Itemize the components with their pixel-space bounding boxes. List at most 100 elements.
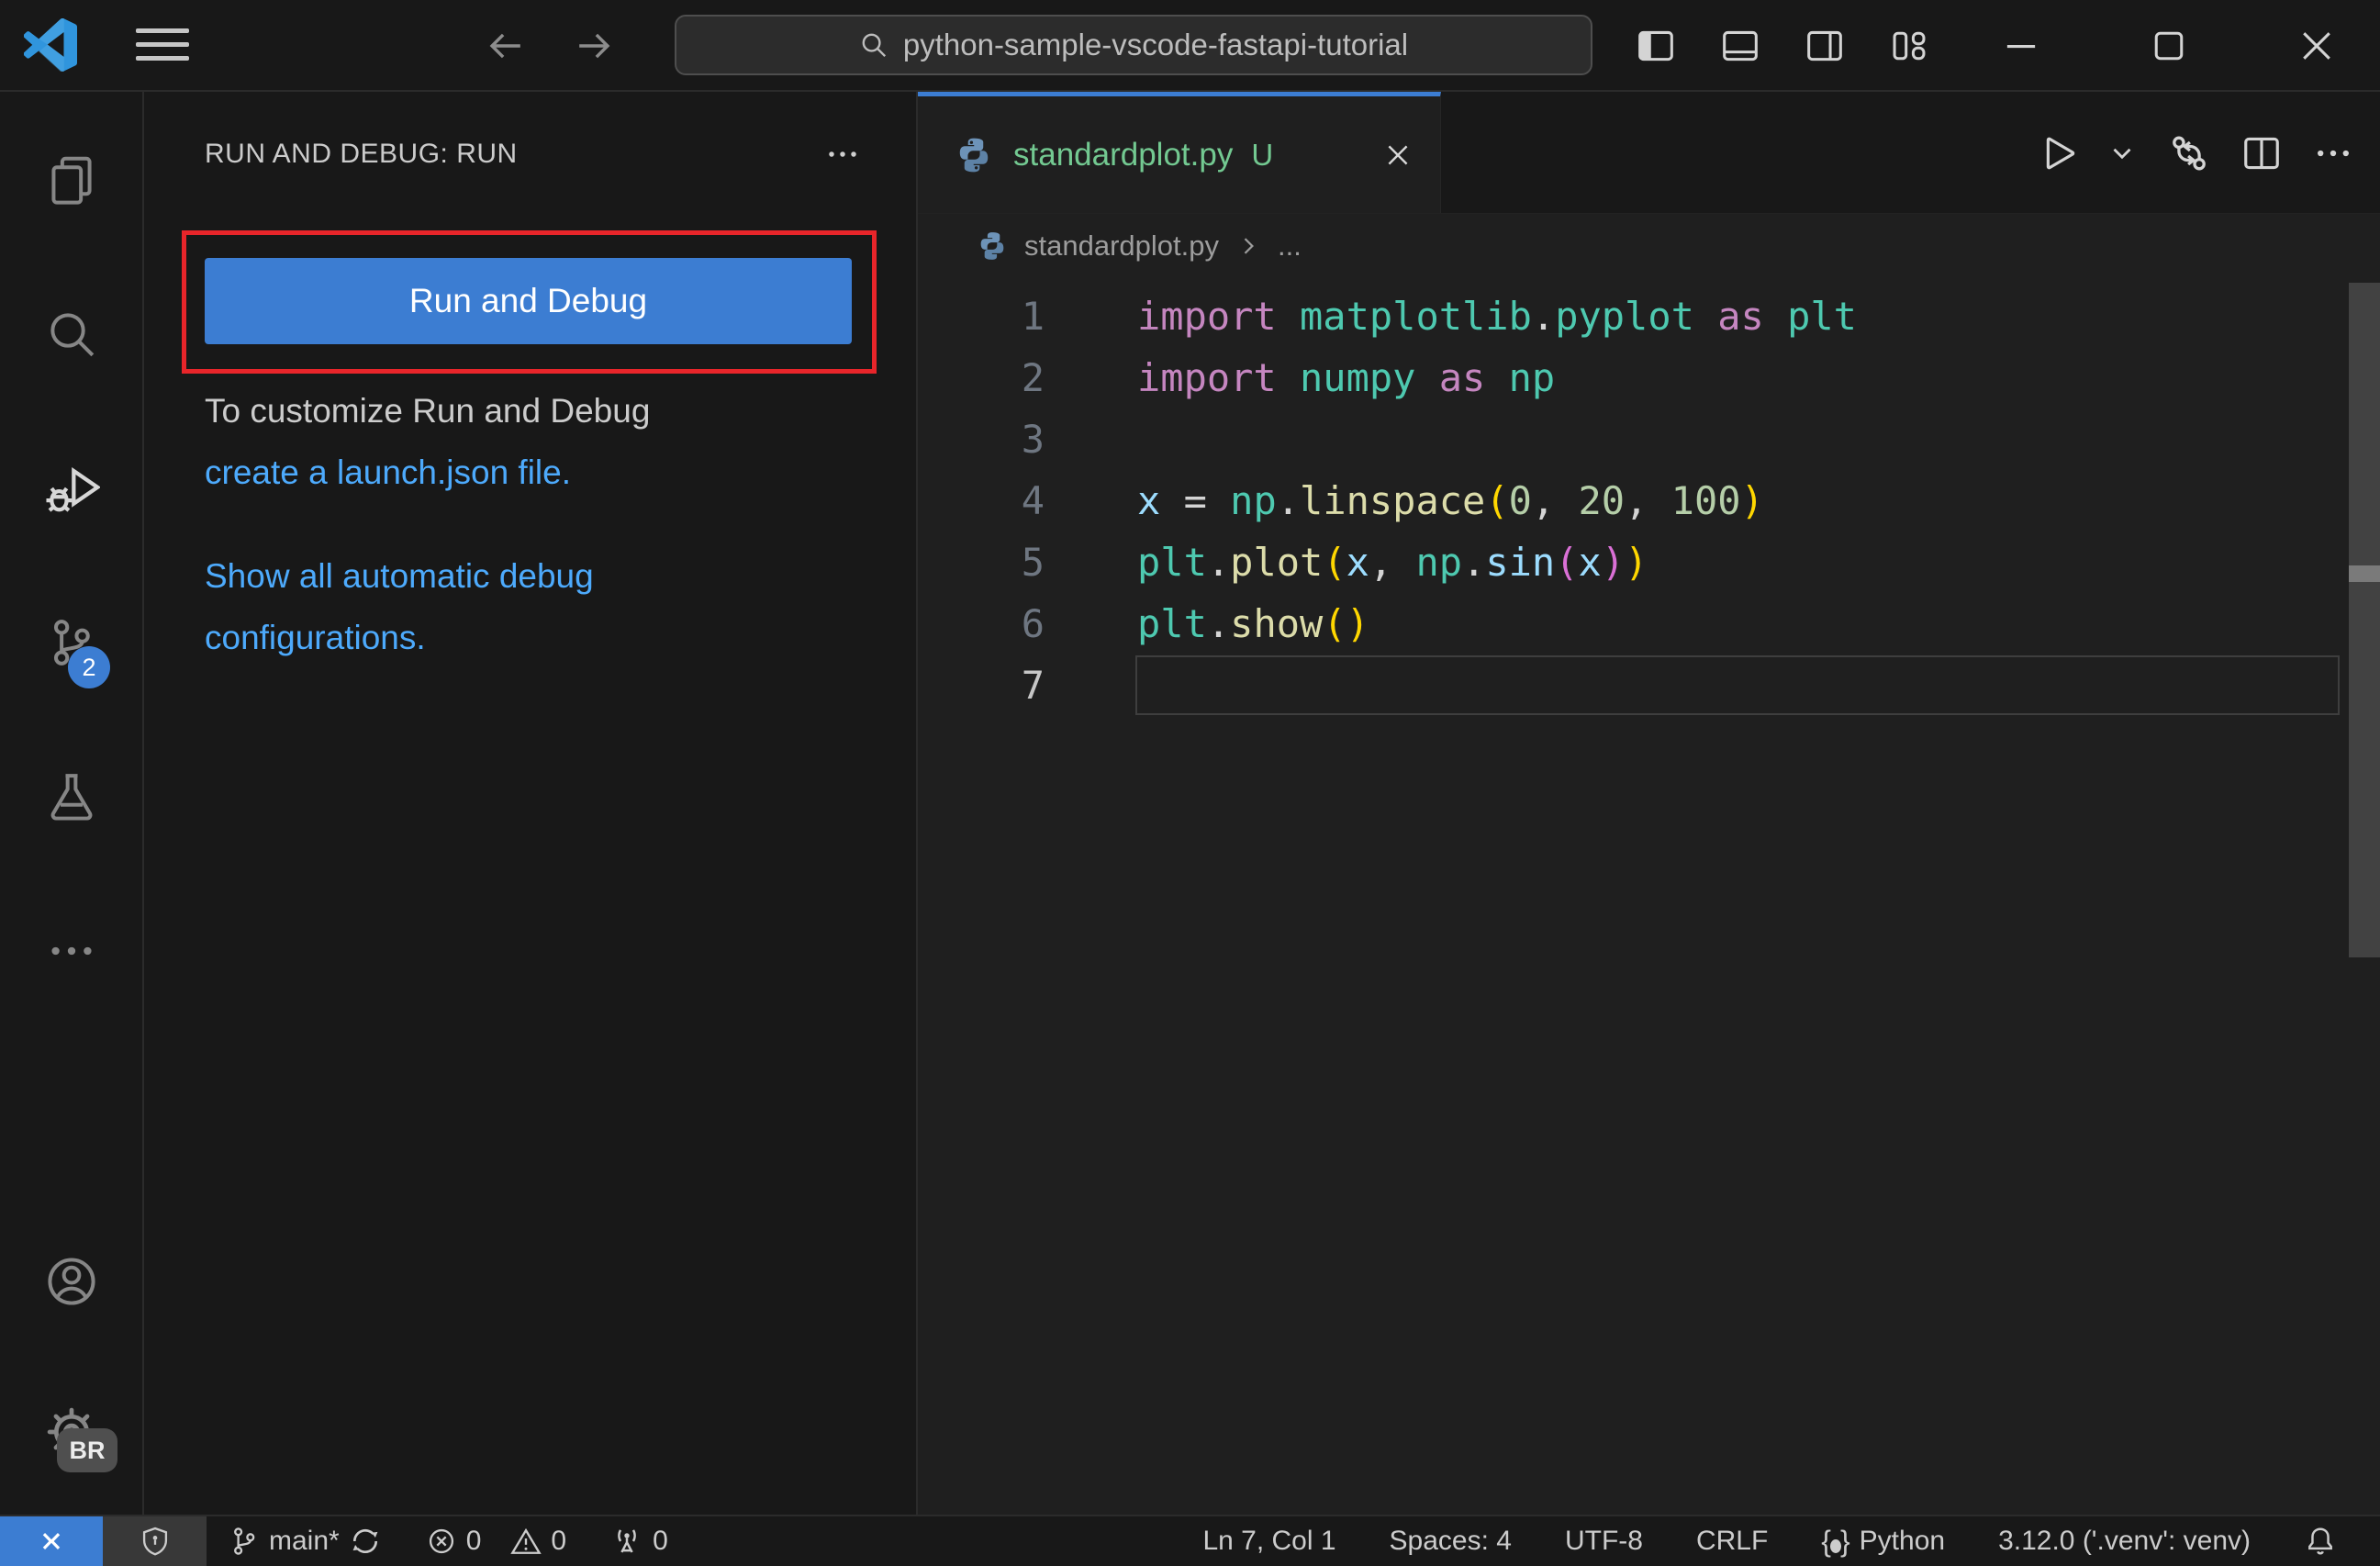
language-item[interactable]: {} Python <box>1794 1516 1972 1566</box>
braces-icon: {} <box>1821 1525 1850 1558</box>
line-content: plt.show() <box>1137 601 1369 646</box>
tab-bar: standardplot.py U <box>918 92 2380 214</box>
line-number: 4 <box>1021 478 1045 523</box>
ports-count: 0 <box>653 1526 668 1556</box>
customize-layout-icon[interactable] <box>1889 26 1929 66</box>
sidebar-item-run-and-debug[interactable] <box>0 411 142 565</box>
hint-text: To customize Run and Debug <box>205 392 651 430</box>
broadcast-icon <box>610 1525 643 1558</box>
language-name: Python <box>1859 1526 1946 1556</box>
sidebar-item-source-control[interactable]: 2 <box>0 565 142 720</box>
more-actions-icon[interactable] <box>2312 132 2354 174</box>
branch-name: main* <box>269 1526 340 1556</box>
run-and-debug-button[interactable]: Run and Debug <box>205 258 852 344</box>
editor-scrollbar[interactable] <box>2349 283 2380 957</box>
line-number: 6 <box>1021 601 1045 646</box>
shield-icon <box>140 1526 171 1557</box>
maximize-icon[interactable] <box>2149 26 2189 66</box>
panel-title: RUN AND DEBUG: RUN <box>205 139 518 169</box>
code-line[interactable]: 4 x = np.linspace(0, 20, 100) <box>918 470 2380 531</box>
notifications-item[interactable] <box>2277 1516 2363 1566</box>
remote-indicator[interactable] <box>0 1516 103 1566</box>
arrow-left-icon[interactable] <box>485 25 527 67</box>
python-interpreter-item[interactable]: 3.12.0 ('.venv': venv) <box>1972 1516 2277 1566</box>
breadcrumb-symbol[interactable]: ... <box>1278 229 1302 263</box>
code-line[interactable]: 1 import matplotlib.pyplot as plt <box>918 285 2380 347</box>
sidebar-item-testing[interactable] <box>0 720 142 874</box>
editor-group: standardplot.py U standardplot.py ... 1 … <box>918 92 2380 1515</box>
chevron-right-icon <box>1235 233 1261 259</box>
code-line[interactable]: 7 <box>918 654 2380 716</box>
files-icon <box>45 153 98 207</box>
code-line[interactable]: 5 plt.plot(x, np.sin(x)) <box>918 531 2380 593</box>
line-content: import numpy as np <box>1137 355 1556 400</box>
ellipsis-icon <box>45 924 98 978</box>
indentation-item[interactable]: Spaces: 4 <box>1363 1516 1538 1566</box>
python-icon <box>955 136 993 174</box>
close-icon[interactable] <box>2296 26 2337 66</box>
breadcrumb: standardplot.py ... <box>918 214 2380 278</box>
tab-close-icon[interactable] <box>1383 140 1413 170</box>
beaker-icon <box>45 770 98 823</box>
sidebar-item-explorer[interactable] <box>0 103 142 257</box>
minimize-icon[interactable] <box>2001 26 2041 66</box>
split-editor-icon[interactable] <box>2240 132 2283 174</box>
line-content: x = np.linspace(0, 20, 100) <box>1137 478 1764 523</box>
code-area[interactable]: 1 import matplotlib.pyplot as plt 2 import … <box>918 278 2380 716</box>
git-branch-icon <box>229 1526 260 1557</box>
arrow-right-icon[interactable] <box>573 25 615 67</box>
code-line[interactable]: 2 import numpy as np <box>918 347 2380 408</box>
toggle-secondary-sidebar-icon[interactable] <box>1805 26 1845 66</box>
toggle-primary-sidebar-icon[interactable] <box>1636 26 1676 66</box>
launch-json-link[interactable]: create a launch.json file. <box>205 442 774 503</box>
vscode-logo-icon <box>24 18 77 72</box>
warning-count: 0 <box>551 1526 567 1556</box>
show-configs-link[interactable]: Show all automatic debug configurations. <box>205 557 594 656</box>
open-changes-icon[interactable] <box>2167 131 2211 175</box>
code-line[interactable]: 6 plt.show() <box>918 593 2380 654</box>
line-content: plt.plot(x, np.sin(x)) <box>1137 540 1648 585</box>
workspace-trust-item[interactable] <box>103 1516 207 1566</box>
sidebar-item-search[interactable] <box>0 257 142 411</box>
sync-icon <box>349 1525 382 1558</box>
source-control-badge: 2 <box>68 646 110 688</box>
settings-button[interactable]: BR <box>0 1357 142 1507</box>
problems-item[interactable]: 0 0 <box>404 1516 588 1566</box>
encoding-item[interactable]: UTF-8 <box>1538 1516 1670 1566</box>
title-bar: python-sample-vscode-fastapi-tutorial <box>0 0 2380 92</box>
interpreter-version: 3.12.0 ('.venv': venv) <box>1998 1526 2251 1556</box>
line-number: 7 <box>1021 663 1045 708</box>
sidebar-item-more-views[interactable] <box>0 874 142 1028</box>
run-python-file-icon[interactable] <box>2035 132 2077 174</box>
search-value: python-sample-vscode-fastapi-tutorial <box>902 28 1409 62</box>
run-and-debug-panel: RUN AND DEBUG: RUN Run and Debug To cust… <box>144 92 918 1515</box>
bell-icon <box>2304 1525 2337 1558</box>
tab-file-name: standardplot.py <box>1013 136 1234 173</box>
line-content: import matplotlib.pyplot as plt <box>1137 294 1857 339</box>
line-number: 3 <box>1021 417 1045 462</box>
code-lines: 1 import matplotlib.pyplot as plt 2 import … <box>918 285 2380 716</box>
branch-item[interactable]: main* <box>207 1516 404 1566</box>
eol-item[interactable]: CRLF <box>1670 1516 1794 1566</box>
tab-git-status: U <box>1251 137 1274 172</box>
activity-bar: 2 BR <box>0 92 144 1515</box>
error-icon <box>426 1526 457 1557</box>
run-dropdown-icon[interactable] <box>2106 138 2138 169</box>
status-bar: main* 0 0 0 Ln 7, Col 1 Spaces: 4 UTF-8 … <box>0 1515 2380 1566</box>
toggle-panel-icon[interactable] <box>1720 26 1760 66</box>
more-actions-icon[interactable] <box>824 136 861 173</box>
python-icon <box>977 230 1008 262</box>
menu-icon[interactable] <box>136 28 189 61</box>
tab-standardplot[interactable]: standardplot.py U <box>918 92 1441 213</box>
command-center-search[interactable]: python-sample-vscode-fastapi-tutorial <box>675 15 1592 75</box>
remote-icon <box>36 1526 67 1557</box>
search-icon <box>45 308 98 361</box>
ports-item[interactable]: 0 <box>588 1516 690 1566</box>
eol: CRLF <box>1695 1526 1769 1556</box>
code-line[interactable]: 3 <box>918 408 2380 470</box>
encoding: UTF-8 <box>1564 1526 1643 1556</box>
breadcrumb-file[interactable]: standardplot.py <box>1024 229 1219 263</box>
auto-configs-hint: Show all automatic debug configurations. <box>205 545 774 668</box>
cursor-position-item[interactable]: Ln 7, Col 1 <box>1176 1516 1362 1566</box>
accounts-button[interactable] <box>0 1206 142 1357</box>
